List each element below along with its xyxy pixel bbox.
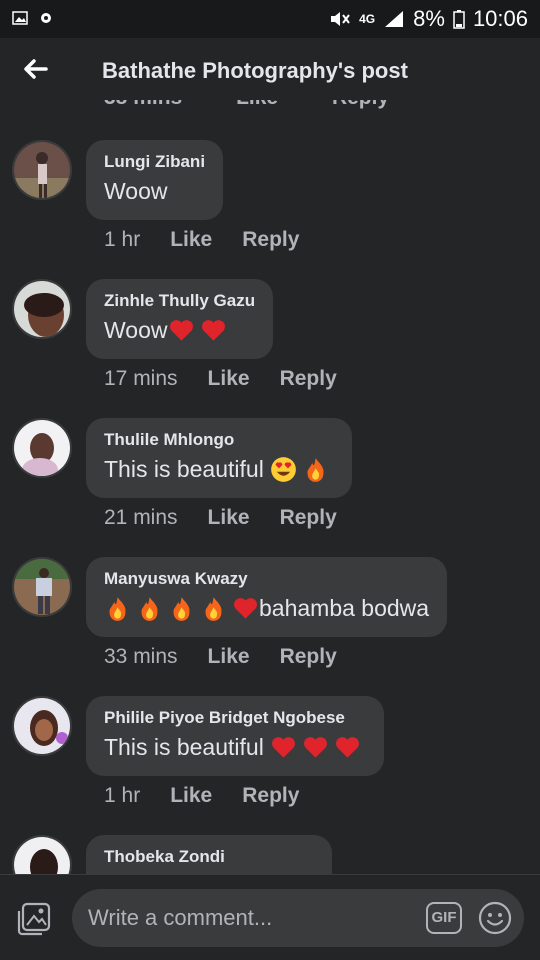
comment-bubble[interactable]: Thobeka Zondi bbox=[86, 835, 332, 874]
comment-bubble[interactable]: Manyuswa Kwazy bahamba bodwa bbox=[86, 557, 448, 637]
settings-notification-icon bbox=[41, 13, 51, 23]
comment-time: 1 hr bbox=[104, 228, 141, 251]
reply-button[interactable]: Reply bbox=[242, 228, 299, 252]
avatar[interactable] bbox=[12, 140, 72, 200]
comment-author[interactable]: Manyuswa Kwazy bbox=[104, 569, 429, 589]
comment-text: This is beautiful bbox=[104, 732, 366, 762]
comment-bubble[interactable]: Thulile Mhlongo This is beautiful bbox=[86, 418, 353, 498]
comment-time: 17 mins bbox=[104, 367, 178, 390]
comment-placeholder: Write a comment... bbox=[88, 905, 273, 930]
red-heart-emoji-icon bbox=[336, 736, 360, 758]
comment-bubble[interactable]: Lungi Zibani Woow bbox=[86, 140, 224, 220]
fire-emoji-icon bbox=[141, 596, 158, 621]
avatar[interactable] bbox=[12, 835, 72, 874]
comment-text: Woow bbox=[104, 315, 255, 345]
reply-button[interactable]: Reply bbox=[280, 367, 337, 391]
post-header: Bathathe Photography's post bbox=[0, 38, 540, 100]
back-arrow-icon[interactable] bbox=[20, 54, 50, 84]
comment-author[interactable]: Thulile Mhlongo bbox=[104, 430, 334, 450]
comment-time: 21 mins bbox=[104, 506, 178, 529]
reply-button[interactable]: Reply bbox=[242, 784, 299, 808]
comment-bubble[interactable]: Philile Piyoe Bridget Ngobese This is be… bbox=[86, 696, 385, 776]
signal-icon bbox=[385, 11, 404, 27]
comment-author[interactable]: Philile Piyoe Bridget Ngobese bbox=[104, 708, 366, 728]
sticker-smile-icon[interactable] bbox=[478, 901, 512, 935]
fire-emoji-icon bbox=[109, 596, 126, 621]
comment-time: 1 hr bbox=[104, 784, 141, 807]
reply-button[interactable]: Reply bbox=[280, 645, 337, 669]
comment-text: Woow bbox=[104, 178, 168, 204]
comment-author[interactable]: Lungi Zibani bbox=[104, 152, 205, 172]
battery-percent: 8% bbox=[413, 6, 445, 31]
comment-author[interactable]: Zinhle Thully Gazu bbox=[104, 291, 255, 311]
clock: 10:06 bbox=[472, 6, 528, 31]
comment-meta: 17 mins Like Reply bbox=[104, 367, 337, 391]
comment-list[interactable]: 38 mins Like Reply Lungi Zibani Woow 1 h… bbox=[0, 100, 540, 874]
comment-meta: 21 mins Like Reply bbox=[104, 506, 337, 530]
red-heart-emoji-icon bbox=[272, 736, 296, 758]
photo-icon[interactable] bbox=[16, 901, 52, 937]
mute-icon bbox=[331, 12, 350, 26]
red-heart-emoji-icon bbox=[201, 319, 225, 341]
comment-bubble[interactable]: Zinhle Thully Gazu Woow bbox=[86, 279, 274, 359]
comment-meta: 33 mins Like Reply bbox=[104, 645, 337, 669]
red-heart-emoji-icon bbox=[304, 736, 328, 758]
gallery-notification-icon bbox=[12, 11, 28, 25]
red-heart-emoji-icon bbox=[169, 319, 193, 341]
comment-composer: Write a comment... GIF bbox=[0, 874, 540, 960]
comment-text: bahamba bodwa bbox=[104, 593, 429, 623]
like-button[interactable]: Like bbox=[208, 645, 250, 669]
like-button[interactable]: Like bbox=[170, 228, 212, 252]
avatar[interactable] bbox=[12, 418, 72, 478]
status-bar: 4G 8% 10:06 bbox=[0, 0, 540, 38]
comment-meta: 1 hr Like Reply bbox=[104, 784, 299, 808]
red-heart-emoji-icon bbox=[234, 597, 257, 619]
cutoff-comment-meta: 38 mins Like Reply bbox=[104, 100, 437, 110]
avatar[interactable] bbox=[12, 696, 72, 756]
like-button[interactable]: Like bbox=[208, 367, 250, 391]
battery-icon bbox=[453, 10, 465, 29]
reply-button[interactable]: Reply bbox=[280, 506, 337, 530]
like-button[interactable]: Like bbox=[208, 506, 250, 530]
comment-time: 33 mins bbox=[104, 645, 178, 668]
comment-meta: 1 hr Like Reply bbox=[104, 228, 299, 252]
avatar[interactable] bbox=[12, 557, 72, 617]
comment-author[interactable]: Thobeka Zondi bbox=[104, 847, 314, 867]
heart-eyes-emoji-icon bbox=[271, 456, 297, 482]
page-title: Bathathe Photography's post bbox=[102, 58, 408, 83]
fire-emoji-icon bbox=[205, 596, 222, 621]
network-type: 4G bbox=[359, 12, 376, 26]
comment-input[interactable]: Write a comment... GIF bbox=[72, 889, 524, 947]
fire-emoji-icon bbox=[173, 596, 190, 621]
avatar[interactable] bbox=[12, 279, 72, 339]
like-button[interactable]: Like bbox=[170, 784, 212, 808]
comment-text: This is beautiful bbox=[104, 454, 334, 484]
fire-emoji-icon bbox=[307, 457, 324, 482]
gif-button[interactable]: GIF bbox=[426, 902, 462, 934]
